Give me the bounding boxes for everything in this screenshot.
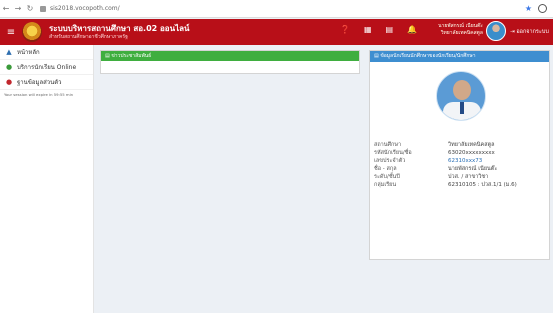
address-bar[interactable]: sis2018.vocopoth.com/ bbox=[50, 5, 525, 12]
profile-icon[interactable] bbox=[538, 4, 547, 13]
sidebar-item-home[interactable]: ▲ หน้าหลัก bbox=[0, 45, 93, 60]
info-row: ระดับ/ชั้นปี ปวส. / สาขาวิชา bbox=[370, 173, 551, 181]
student-icon: ● bbox=[5, 63, 13, 71]
help-icon[interactable]: ❓ bbox=[340, 25, 350, 34]
bookmark-star-icon[interactable]: ★ bbox=[525, 4, 532, 13]
sidebar: ▲ หน้าหลัก ● บริการนักเรียน Online ● ฐาน… bbox=[0, 45, 94, 313]
info-row: กลุ่มเรียน 62310105 : ปวส.1/1 (ม.6) bbox=[370, 181, 551, 189]
app-header: ≡ ระบบบริหารสถานศึกษา สอ.02 ออนไลน์ สำหร… bbox=[0, 19, 553, 45]
app-title: ระบบบริหารสถานศึกษา สอ.02 ออนไลน์ bbox=[49, 23, 190, 33]
info-value: วิทยาลัยเทคนิคสตูล bbox=[448, 142, 495, 148]
news-box-title: ข่าวประชาสัมพันธ์ bbox=[111, 53, 152, 59]
info-value-link[interactable]: 62310xxx73 bbox=[448, 157, 482, 165]
profile-info-list: สถานศึกษา วิทยาลัยเทคนิคสตูล รหัสนักเรียน… bbox=[370, 141, 551, 189]
student-photo bbox=[436, 71, 486, 121]
profile-box-header: ▤ ข้อมูลนักเรียนนักศึกษาของนักเรียน/นักศ… bbox=[370, 51, 549, 62]
profile-icon: ● bbox=[5, 78, 13, 86]
school-logo[interactable] bbox=[22, 22, 42, 42]
info-key: กลุ่มเรียน bbox=[374, 182, 397, 188]
profile-box-title: ข้อมูลนักเรียนนักศึกษาของนักเรียน/นักศึก… bbox=[380, 53, 476, 59]
menu-toggle-icon[interactable]: ≡ bbox=[0, 27, 22, 38]
info-row: เลขประจำตัว 62310xxx73 bbox=[370, 157, 551, 165]
sidebar-item-profile[interactable]: ● ฐานข้อมูลส่วนตัว bbox=[0, 75, 93, 90]
info-value: ปวส. / สาขาวิชา bbox=[448, 174, 489, 180]
forward-icon[interactable]: → bbox=[12, 4, 24, 13]
info-row: ชื่อ - สกุล นายพัสกรณ์ เนียนต๊ะ bbox=[370, 165, 551, 173]
header-icons: ❓ ▦ ▤ 🔔 bbox=[340, 25, 417, 34]
sidebar-item-student-service[interactable]: ● บริการนักเรียน Online bbox=[0, 60, 93, 75]
profile-box: ▤ ข้อมูลนักเรียนนักศึกษาของนักเรียน/นักศ… bbox=[369, 50, 550, 260]
user-info[interactable]: นายพัสกรณ์ เนียนต๊ะ วิทยาลัยเทคนิคสตูล bbox=[408, 23, 483, 36]
user-avatar[interactable] bbox=[486, 21, 506, 41]
info-value: 63020xxxxxxxxx bbox=[448, 150, 495, 156]
info-row: รหัสนักเรียน/ชื่อ 63020xxxxxxxxx bbox=[370, 149, 551, 157]
app-title-block: ระบบบริหารสถานศึกษา สอ.02 ออนไลน์ สำหรับ… bbox=[49, 23, 190, 40]
news-box: ▤ ข่าวประชาสัมพันธ์ bbox=[100, 50, 360, 74]
sidebar-item-label: ฐานข้อมูลส่วนตัว bbox=[17, 79, 62, 86]
news-box-header: ▤ ข่าวประชาสัมพันธ์ bbox=[101, 51, 359, 61]
session-note: Your session will expire in 59:55 min bbox=[4, 92, 74, 97]
info-key: ระดับ/ชั้นปี bbox=[374, 174, 400, 180]
back-icon[interactable]: ← bbox=[0, 4, 12, 13]
logout-label: ออกจากระบบ bbox=[516, 29, 549, 35]
sidebar-item-label: บริการนักเรียน Online bbox=[17, 64, 77, 71]
reload-icon[interactable]: ↻ bbox=[24, 4, 36, 13]
logout-button[interactable]: ⇥ ออกจากระบบ bbox=[510, 28, 549, 36]
info-row: สถานศึกษา วิทยาลัยเทคนิคสตูล bbox=[370, 141, 551, 149]
info-key: สถานศึกษา bbox=[374, 142, 402, 148]
browser-toolbar: ← → ↻ sis2018.vocopoth.com/ ★ bbox=[0, 0, 553, 18]
info-key: เลขประจำตัว bbox=[374, 158, 406, 164]
sidebar-item-label: หน้าหลัก bbox=[17, 49, 40, 56]
app-subtitle: สำหรับสถานศึกษาอาชีวศึกษาภาครัฐ bbox=[49, 33, 128, 40]
site-info-icon[interactable] bbox=[40, 5, 46, 12]
info-value: 62310105 : ปวส.1/1 (ม.6) bbox=[448, 182, 517, 188]
info-key: ชื่อ - สกุล bbox=[374, 166, 397, 172]
info-key: รหัสนักเรียน/ชื่อ bbox=[374, 150, 412, 156]
calendar-icon[interactable]: ▤ bbox=[386, 25, 394, 34]
user-role: วิทยาลัยเทคนิคสตูล bbox=[440, 29, 483, 36]
info-value: นายพัสกรณ์ เนียนต๊ะ bbox=[448, 166, 498, 172]
list-icon[interactable]: ▦ bbox=[364, 25, 372, 34]
dashboard-icon: ▲ bbox=[6, 48, 12, 56]
